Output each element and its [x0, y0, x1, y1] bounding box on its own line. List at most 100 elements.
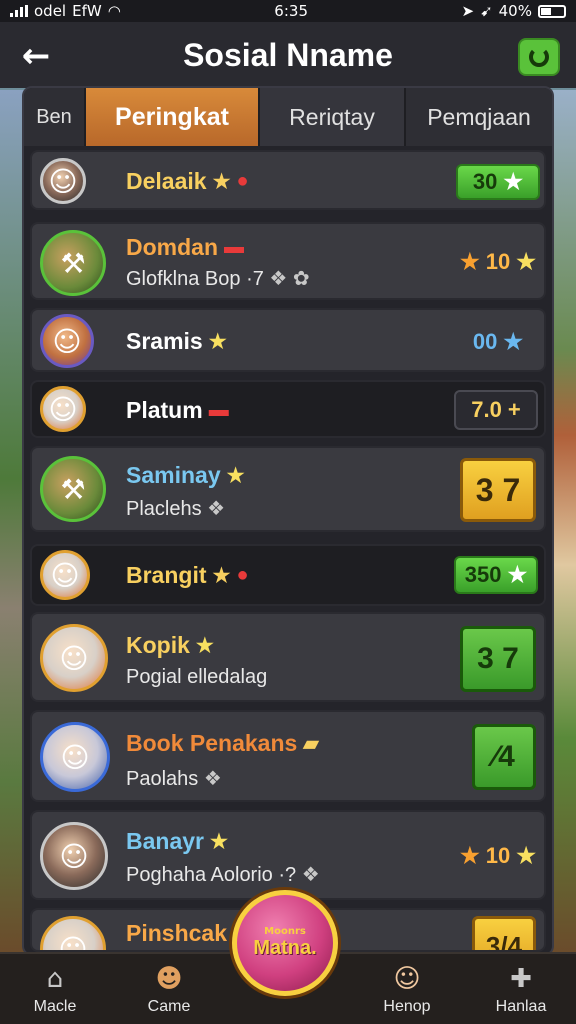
main-action-label: Matna.	[253, 937, 317, 959]
score-badge: 3 7	[460, 458, 536, 522]
list-item[interactable]: ☺ Kopik ★ Pogial elledalag 3 7	[30, 612, 546, 702]
star-icon: ★	[226, 465, 245, 487]
player-subtitle-text: Pogial elledalag	[126, 666, 268, 688]
avatar: ☺	[40, 550, 90, 600]
list-item[interactable]: ☺ Book Penakans ▰ Paolahs ❖ ⁄4	[30, 710, 546, 802]
badge-icon: ●	[236, 564, 249, 586]
score-badge: 00 ★	[456, 324, 540, 360]
refresh-button[interactable]	[518, 38, 560, 76]
arrow-left-icon: ←	[21, 36, 51, 76]
player-name-text: Banayr	[126, 828, 204, 854]
score-value: 30	[472, 169, 498, 194]
player-name: Kopik ★	[126, 632, 214, 659]
back-button[interactable]: ←	[14, 34, 58, 78]
star-icon: ★	[460, 249, 480, 274]
tab-pemqjaan[interactable]: Pemqjaan	[406, 88, 552, 146]
star-icon: ★	[460, 843, 480, 868]
player-subtitle: Pogial elledalag	[126, 666, 267, 689]
score-value: 3 7	[477, 642, 519, 675]
nav-label: Henop	[383, 998, 431, 1015]
wifi-icon: ◠	[107, 2, 121, 20]
nav-label: Macle	[33, 998, 77, 1015]
score-badge: 3/4	[472, 916, 536, 950]
tab-bar: Ben Peringkat Reriqtay Pemqjaan	[24, 88, 552, 146]
nav-item-came[interactable]: ☻ Came	[114, 954, 224, 1024]
location-icon: ➤	[461, 2, 475, 20]
star-icon: ★	[503, 169, 524, 194]
main-action-button[interactable]: Moonrs Matna.	[232, 890, 338, 996]
avatar: ☺	[40, 314, 94, 368]
list-item[interactable]: ⚒ Saminay ★ Placlehs ❖ 3 7	[30, 446, 546, 532]
player-name: Delaaik ★ ●	[126, 168, 249, 195]
main-action-caption: Moonrs	[264, 926, 306, 937]
player-face-icon: ☺	[59, 839, 89, 873]
battery-icon	[537, 4, 566, 18]
player-name-text: Sramis	[126, 328, 203, 354]
star-icon: ★	[503, 329, 524, 354]
player-name: Sramis ★	[126, 328, 227, 355]
list-item[interactable]: ☺ Sramis ★ 00 ★	[30, 308, 546, 372]
character-icon: ☻	[155, 964, 183, 994]
battery-percent: 40%	[498, 2, 532, 20]
page-title: Sosial Nname	[183, 36, 393, 73]
nav-label: Came	[147, 998, 191, 1015]
avatar: ⚒	[40, 230, 106, 296]
score-value: 10	[485, 249, 511, 274]
nav-item-henop[interactable]: ☺ Henop	[352, 954, 462, 1024]
player-subtitle: Glofklna Bop ·7 ❖ ✿	[126, 266, 310, 291]
nav-item-macle[interactable]: ⌂ Macle	[0, 954, 110, 1024]
nav-label: Hanlaa	[495, 998, 547, 1015]
score-value: 7.0 +	[471, 397, 521, 422]
player-face-icon: ☺	[48, 392, 78, 426]
gem-icon: ❖	[203, 768, 222, 790]
player-subtitle: Paolahs ❖	[126, 766, 222, 791]
player-name: Domdan ▬	[126, 234, 244, 261]
player-name: Platum ▬	[126, 397, 229, 424]
player-name-text: Domdan	[126, 234, 218, 260]
avatar: ☺	[40, 158, 86, 204]
list-item[interactable]: ☺ Banayr ★ Poghaha Aolorio ·? ❖ ★ 10 ★	[30, 810, 546, 900]
avatar: ☺	[40, 916, 106, 950]
puzzle-icon: ✚	[510, 964, 532, 994]
ticket-icon: ▰	[303, 733, 319, 755]
player-subtitle-text: Placlehs	[126, 498, 202, 520]
score-badge: ★ 10 ★	[456, 244, 540, 280]
player-face-icon: ☺	[60, 740, 90, 774]
carrier-label: odel	[34, 2, 67, 20]
tab-peringkat[interactable]: Peringkat	[86, 88, 260, 146]
player-name: Book Penakans ▰	[126, 730, 319, 757]
badge-icon: ●	[236, 170, 249, 192]
list-item[interactable]: ☺ Platum ▬ 7.0 +	[30, 380, 546, 438]
score-value: 350	[464, 562, 502, 587]
player-name-text: Brangit	[126, 562, 207, 588]
avatar: ⚒	[40, 456, 106, 522]
score-value: 10	[485, 843, 511, 868]
avatar: ☺	[40, 722, 110, 792]
list-item[interactable]: ☺ Delaaik ★ ● 30 ★	[30, 150, 546, 210]
player-face-icon: ☺	[48, 164, 78, 198]
gem-icon: ❖	[207, 498, 226, 520]
score-value: 3 7	[475, 471, 521, 508]
player-name-text: Delaaik	[126, 168, 207, 194]
avatar: ☺	[40, 624, 108, 692]
player-face-icon: ☺	[50, 558, 80, 592]
player-name: Banayr ★	[126, 828, 228, 855]
star-icon: ★	[195, 635, 214, 657]
player-subtitle-text: Paolahs	[126, 768, 199, 790]
player-subtitle-text: Glofklna Bop ·7	[126, 268, 264, 290]
nav-item-hanlaa[interactable]: ✚ Hanlaa	[466, 954, 576, 1024]
star-icon: ★	[516, 843, 536, 868]
player-name: Saminay ★	[126, 462, 245, 489]
tab-reriqtay[interactable]: Reriqtay	[260, 88, 406, 146]
profile-icon: ☺	[393, 964, 421, 994]
app-header: ← Sosial Nname	[0, 22, 576, 88]
score-badge: 7.0 +	[454, 390, 538, 430]
refresh-icon	[529, 47, 549, 67]
score-badge: ⁄4	[472, 724, 536, 790]
list-item[interactable]: ⚒ Domdan ▬ Glofklna Bop ·7 ❖ ✿ ★ 10 ★	[30, 222, 546, 300]
tab-ben[interactable]: Ben	[24, 88, 86, 146]
score-badge: ★ 10 ★	[456, 838, 540, 874]
avatar: ☺	[40, 822, 108, 890]
player-name-text: Pinshcak	[126, 920, 227, 946]
list-item[interactable]: ☺ Brangit ★ ● 350 ★	[30, 544, 546, 606]
